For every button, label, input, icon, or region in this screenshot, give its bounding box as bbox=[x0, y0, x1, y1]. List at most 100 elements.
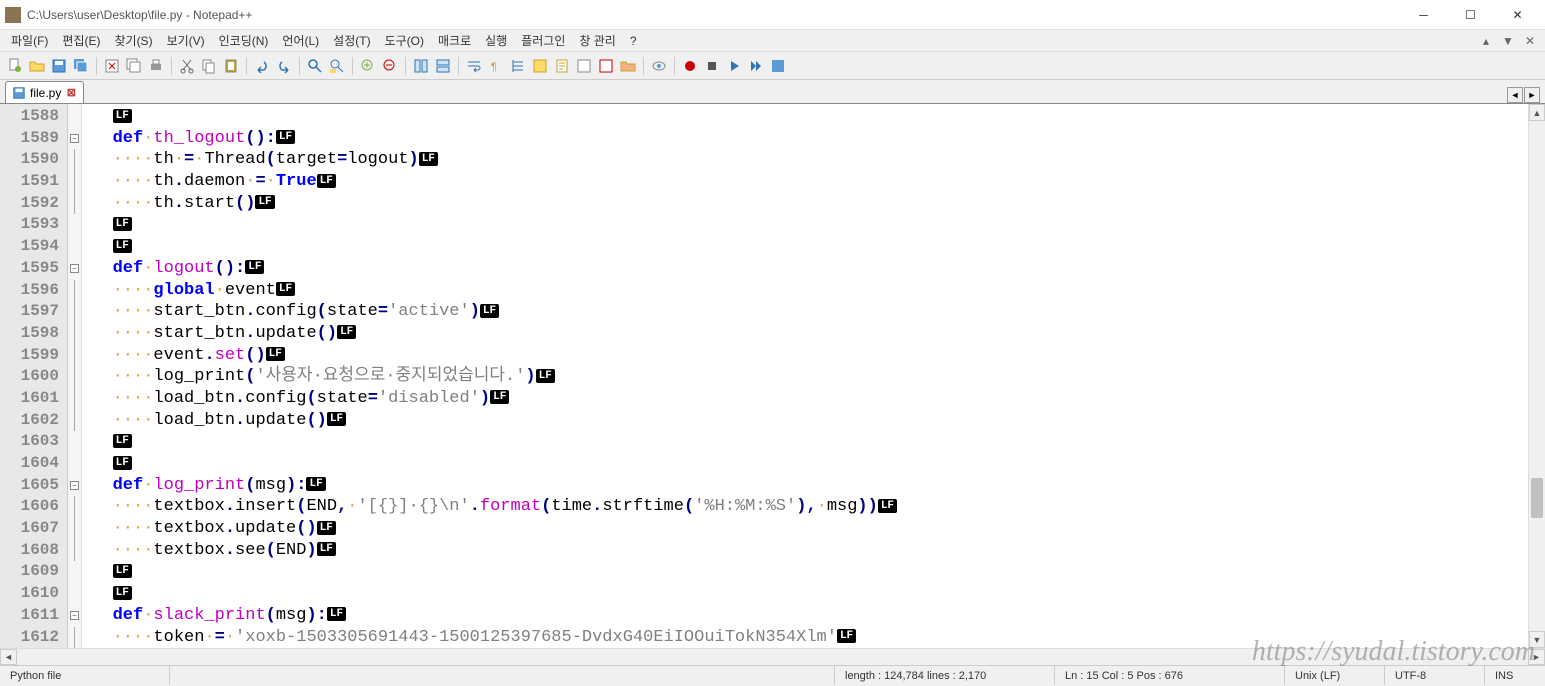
code-line[interactable]: ····load_btn.config(state='disabled')LF bbox=[82, 388, 1528, 410]
monitor-icon[interactable] bbox=[649, 56, 669, 76]
dropdown-icon[interactable]: ▼ bbox=[1501, 34, 1515, 48]
zoom-in-icon[interactable] bbox=[358, 56, 378, 76]
file-tab[interactable]: file.py ⊠ bbox=[5, 81, 84, 103]
maximize-button[interactable]: ☐ bbox=[1448, 1, 1493, 29]
code-line[interactable]: ····token·=·'xoxb-1503305691443-15001253… bbox=[82, 627, 1528, 649]
code-line[interactable]: ····th·=·Thread(target=logout)LF bbox=[82, 149, 1528, 171]
fold-marker[interactable] bbox=[68, 214, 81, 236]
menu-item[interactable]: 매크로 bbox=[432, 30, 477, 51]
code-line[interactable]: ····event.set()LF bbox=[82, 345, 1528, 367]
code-line[interactable]: ····th.start()LF bbox=[82, 193, 1528, 215]
fast-forward-icon[interactable] bbox=[746, 56, 766, 76]
menu-item[interactable]: 플러그인 bbox=[515, 30, 571, 51]
code-line[interactable]: def·log_print(msg):LF bbox=[82, 475, 1528, 497]
code-line[interactable]: ····start_btn.config(state='active')LF bbox=[82, 301, 1528, 323]
doc-map-icon[interactable] bbox=[552, 56, 572, 76]
folder-icon[interactable] bbox=[618, 56, 638, 76]
tab-prev-button[interactable]: ◄ bbox=[1507, 87, 1523, 103]
fold-marker[interactable] bbox=[68, 561, 81, 583]
code-line[interactable]: ····load_btn.update()LF bbox=[82, 410, 1528, 432]
replace-icon[interactable] bbox=[327, 56, 347, 76]
menu-item[interactable]: 보기(V) bbox=[161, 30, 211, 51]
fold-marker[interactable] bbox=[68, 410, 81, 432]
menu-item[interactable]: 도구(O) bbox=[379, 30, 430, 51]
play-icon[interactable] bbox=[724, 56, 744, 76]
fold-marker[interactable]: − bbox=[68, 475, 81, 497]
menu-item[interactable]: 찾기(S) bbox=[108, 30, 158, 51]
code-line[interactable]: def·th_logout():LF bbox=[82, 128, 1528, 150]
fold-marker[interactable]: − bbox=[68, 605, 81, 627]
menu-item[interactable]: 편집(E) bbox=[56, 30, 106, 51]
menu-item[interactable]: ? bbox=[624, 32, 643, 50]
code-line[interactable]: ····textbox.see(END)LF bbox=[82, 540, 1528, 562]
menu-item[interactable]: 인코딩(N) bbox=[213, 30, 275, 51]
fold-marker[interactable] bbox=[68, 540, 81, 562]
show-all-chars-icon[interactable]: ¶ bbox=[486, 56, 506, 76]
menu-item[interactable]: 창 관리 bbox=[573, 30, 621, 51]
scroll-left-button[interactable]: ◄ bbox=[0, 649, 17, 665]
scroll-down-button[interactable]: ▼ bbox=[1529, 631, 1545, 648]
fold-marker[interactable] bbox=[68, 171, 81, 193]
menu-item[interactable]: 실행 bbox=[479, 30, 513, 51]
horizontal-scrollbar[interactable]: ◄ ► bbox=[0, 648, 1545, 665]
lang-icon[interactable] bbox=[530, 56, 550, 76]
minimize-button[interactable]: ─ bbox=[1401, 1, 1446, 29]
code-line[interactable]: LF bbox=[82, 453, 1528, 475]
close-icon[interactable]: ✕ bbox=[1523, 34, 1537, 48]
code-line[interactable]: LF bbox=[82, 214, 1528, 236]
fold-marker[interactable] bbox=[68, 453, 81, 475]
new-file-icon[interactable] bbox=[5, 56, 25, 76]
fold-marker[interactable] bbox=[68, 345, 81, 367]
code-line[interactable]: ····global·eventLF bbox=[82, 280, 1528, 302]
code-line[interactable]: LF bbox=[82, 236, 1528, 258]
copy-icon[interactable] bbox=[199, 56, 219, 76]
menu-item[interactable]: 설정(T) bbox=[327, 30, 376, 51]
fold-marker[interactable] bbox=[68, 627, 81, 649]
paste-icon[interactable] bbox=[221, 56, 241, 76]
code-line[interactable]: LF bbox=[82, 431, 1528, 453]
fold-marker[interactable] bbox=[68, 431, 81, 453]
print-icon[interactable] bbox=[146, 56, 166, 76]
fold-marker[interactable] bbox=[68, 323, 81, 345]
hscroll-track[interactable] bbox=[17, 649, 1528, 665]
indent-guide-icon[interactable] bbox=[508, 56, 528, 76]
fold-marker[interactable]: − bbox=[68, 128, 81, 150]
func-list-icon[interactable] bbox=[596, 56, 616, 76]
code-area[interactable]: LF def·th_logout():LF ····th·=·Thread(ta… bbox=[82, 104, 1528, 648]
code-line[interactable]: LF bbox=[82, 106, 1528, 128]
fold-marker[interactable] bbox=[68, 518, 81, 540]
fold-icon[interactable]: ▴ bbox=[1479, 34, 1493, 48]
undo-icon[interactable] bbox=[252, 56, 272, 76]
save-icon[interactable] bbox=[49, 56, 69, 76]
close-button[interactable]: ✕ bbox=[1495, 1, 1540, 29]
tab-next-button[interactable]: ► bbox=[1524, 87, 1540, 103]
open-file-icon[interactable] bbox=[27, 56, 47, 76]
fold-marker[interactable] bbox=[68, 280, 81, 302]
code-line[interactable]: def·slack_print(msg):LF bbox=[82, 605, 1528, 627]
wrap-icon[interactable] bbox=[464, 56, 484, 76]
code-line[interactable]: ····th.daemon·=·TrueLF bbox=[82, 171, 1528, 193]
redo-icon[interactable] bbox=[274, 56, 294, 76]
save-macro-icon[interactable] bbox=[768, 56, 788, 76]
doc-list-icon[interactable] bbox=[574, 56, 594, 76]
fold-marker[interactable] bbox=[68, 366, 81, 388]
save-all-icon[interactable] bbox=[71, 56, 91, 76]
record-icon[interactable] bbox=[680, 56, 700, 76]
sync-h-icon[interactable] bbox=[433, 56, 453, 76]
stop-icon[interactable] bbox=[702, 56, 722, 76]
scroll-track[interactable] bbox=[1529, 121, 1545, 631]
find-icon[interactable] bbox=[305, 56, 325, 76]
cut-icon[interactable] bbox=[177, 56, 197, 76]
fold-marker[interactable] bbox=[68, 496, 81, 518]
fold-marker[interactable] bbox=[68, 388, 81, 410]
zoom-out-icon[interactable] bbox=[380, 56, 400, 76]
tab-close-icon[interactable]: ⊠ bbox=[65, 87, 77, 99]
code-line[interactable]: LF bbox=[82, 561, 1528, 583]
fold-marker[interactable] bbox=[68, 149, 81, 171]
code-line[interactable]: ····start_btn.update()LF bbox=[82, 323, 1528, 345]
close-file-icon[interactable] bbox=[102, 56, 122, 76]
fold-marker[interactable] bbox=[68, 301, 81, 323]
fold-marker[interactable] bbox=[68, 193, 81, 215]
code-line[interactable]: ····log_print('사용자·요청으로·중지되었습니다.')LF bbox=[82, 366, 1528, 388]
fold-marker[interactable] bbox=[68, 583, 81, 605]
